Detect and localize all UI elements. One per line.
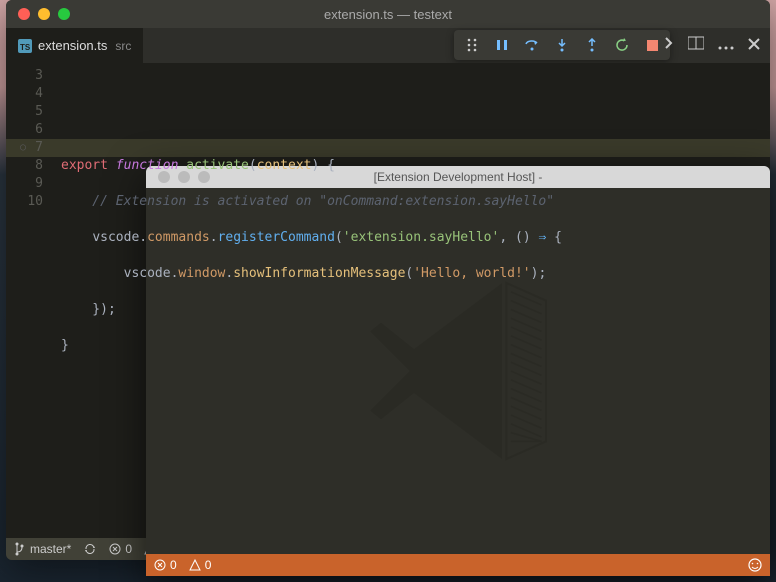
keyword-function: function [116, 158, 179, 173]
keyword-export: export [61, 158, 108, 173]
debug-toolbar[interactable] [454, 30, 670, 60]
feedback-button[interactable] [748, 558, 762, 572]
line-number: 10 [6, 193, 43, 211]
error-icon [154, 559, 166, 571]
titlebar[interactable]: extension.ts — testext [6, 0, 770, 28]
editor-tab[interactable]: TS extension.ts src [6, 28, 143, 63]
comment: // Extension is activated on "onCommand:… [61, 194, 554, 209]
minimize-window-button[interactable] [38, 8, 50, 20]
sync-icon [83, 542, 97, 556]
line-number: 8 [6, 157, 43, 175]
maximize-window-button[interactable] [58, 8, 70, 20]
dev-host-status-bar: 0 0 [146, 554, 770, 576]
parameter: context [257, 158, 312, 173]
step-out-button[interactable] [584, 37, 600, 53]
restart-button[interactable] [614, 37, 630, 53]
editor-actions [664, 28, 760, 63]
window-title: extension.ts — testext [6, 7, 770, 22]
traffic-lights [6, 8, 70, 20]
tab-description: src [115, 39, 131, 53]
step-into-button[interactable] [554, 37, 570, 53]
errors-count[interactable]: 0 [154, 558, 177, 572]
error-icon [109, 543, 121, 555]
line-gutter[interactable]: ○ 3 4 5 6 7 8 9 10 [6, 63, 61, 538]
tab-bar: TS extension.ts src [6, 28, 770, 63]
split-editor-icon[interactable] [688, 36, 704, 55]
stop-button[interactable] [644, 37, 660, 53]
warning-icon [189, 559, 201, 571]
breakpoint-hint-icon[interactable]: ○ [12, 139, 26, 157]
errors-count[interactable]: 0 [109, 542, 132, 556]
line-number: 9 [6, 175, 43, 193]
function-name: activate [186, 158, 249, 173]
close-icon[interactable] [748, 37, 760, 55]
drag-handle-icon[interactable] [464, 37, 480, 53]
git-branch-icon [14, 542, 26, 556]
warnings-count[interactable]: 0 [189, 558, 212, 572]
sync-button[interactable] [83, 542, 97, 556]
step-over-button[interactable] [524, 37, 540, 53]
tab-filename: extension.ts [38, 38, 107, 53]
chevron-right-icon[interactable] [664, 36, 674, 55]
pause-button[interactable] [494, 37, 510, 53]
more-actions-icon[interactable] [718, 37, 734, 55]
git-branch[interactable]: master* [14, 542, 71, 556]
smiley-icon [748, 558, 762, 572]
close-window-button[interactable] [18, 8, 30, 20]
typescript-file-icon: TS [18, 39, 32, 53]
